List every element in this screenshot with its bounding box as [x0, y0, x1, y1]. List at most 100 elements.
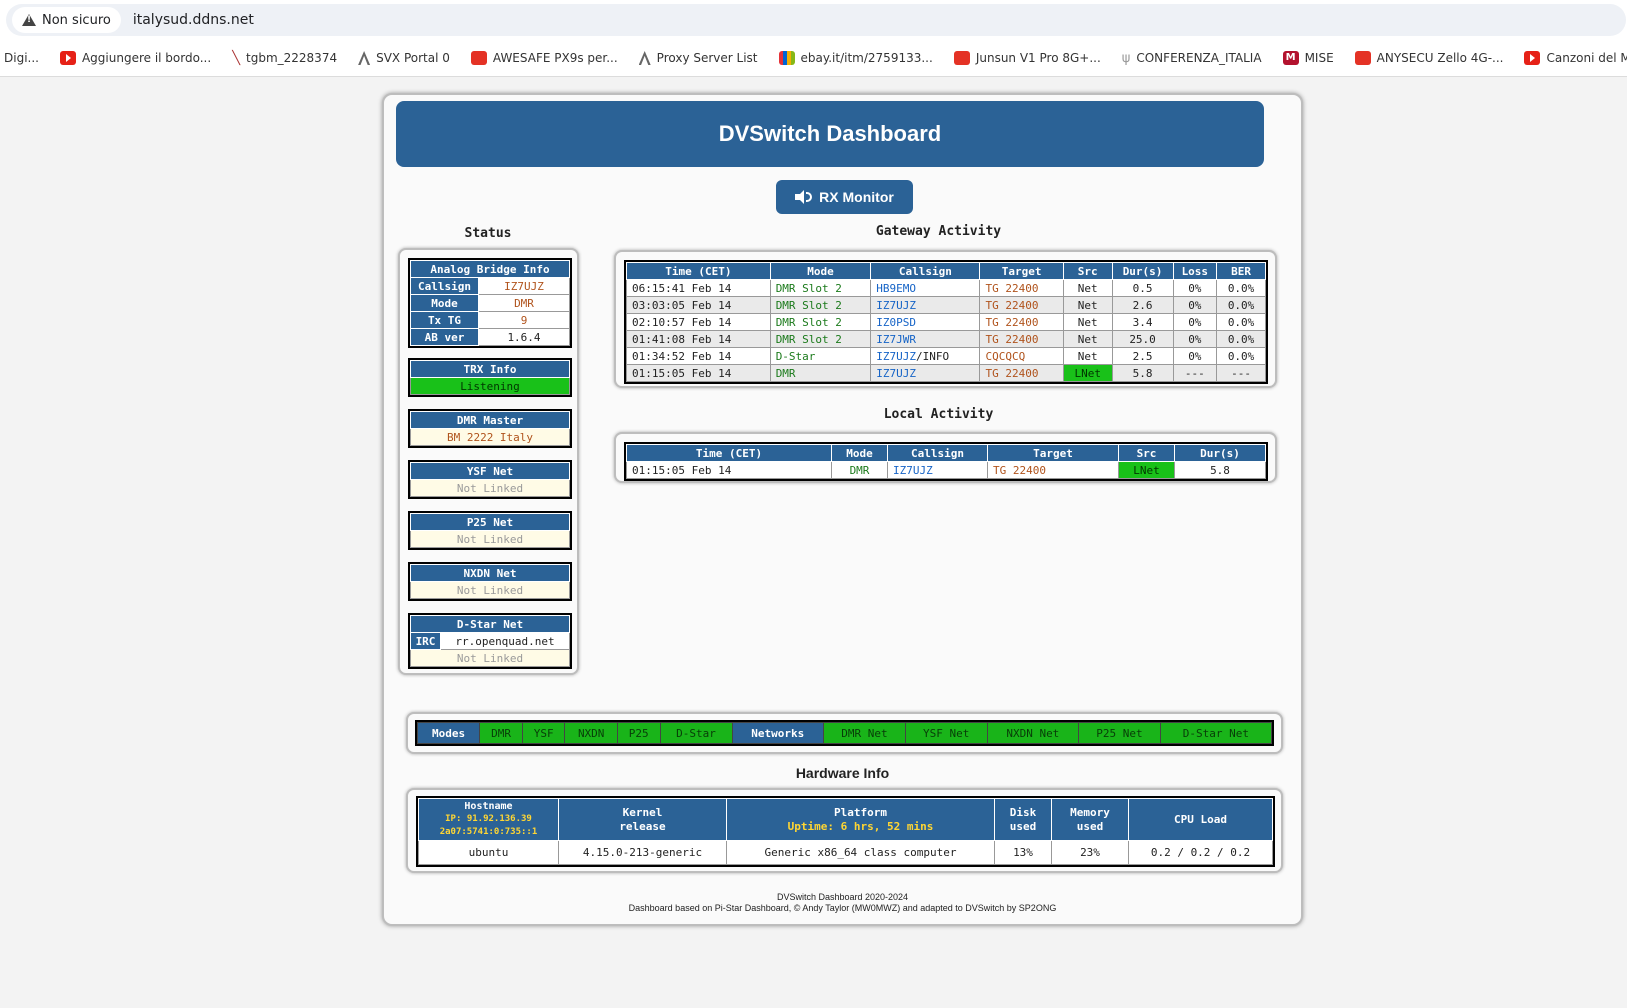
omnibox[interactable]: Non sicuro italysud.ddns.net [6, 4, 1626, 36]
network-dmr: DMR Net [823, 722, 906, 744]
callsign-label: Callsign [410, 277, 479, 295]
row-time: 06:15:41 Feb 14 [626, 279, 771, 297]
tx-tg-value: 9 [478, 311, 570, 329]
url-text[interactable]: italysud.ddns.net [133, 12, 254, 28]
ab-ver-value: 1.6.4 [478, 328, 570, 346]
row-loss: 0% [1172, 296, 1218, 314]
table-header-row: Hostname IP: 91.92.136.39 2a07:5741:0:73… [418, 798, 1273, 841]
status-panel: Analog Bridge Info Callsign IZ7UJZ Mode DM… [398, 248, 579, 675]
row-ber: 0.0% [1216, 313, 1266, 331]
col-callsign: Callsign [870, 262, 981, 280]
rx-monitor-button[interactable]: RX Monitor [776, 180, 913, 214]
network-nxdn: NXDN Net [986, 722, 1080, 744]
callsign-link[interactable]: IZ7UJZ [893, 464, 933, 477]
row-callsign[interactable]: IZ7UJZ [870, 296, 981, 314]
table-row: 01:15:05 Feb 14 DMR IZ7UJZ TG 22400 LNet… [626, 461, 1266, 479]
memory-value: 23% [1051, 840, 1129, 865]
bookmark-label: Aggiungere il bordo... [81, 51, 212, 65]
row-time: 01:34:52 Feb 14 [626, 347, 771, 365]
bookmark-item[interactable]: ψ CONFERENZA_ITALIA [1122, 51, 1262, 66]
col-time: Time (CET) [626, 262, 771, 280]
row-dur: 2.6 [1111, 296, 1174, 314]
callsign-link[interactable]: IZ7JWR [876, 333, 916, 346]
disk-header: Disk used [994, 798, 1052, 841]
security-chip[interactable]: Non sicuro [12, 7, 121, 33]
p25-net-header: P25 Net [410, 513, 570, 531]
row-callsign[interactable]: IZ7JWR [870, 330, 981, 348]
disk-value: 13% [994, 840, 1052, 865]
ip-v6: 2a07:5741:0:735::1 [439, 827, 538, 837]
callsign-link[interactable]: IZ7UJZ [876, 350, 916, 363]
ysf-net-value: Not Linked [410, 479, 570, 497]
callsign-link[interactable]: IZ7UJZ [876, 299, 916, 312]
aliexpress-icon [953, 51, 970, 65]
kernel-value: 4.15.0-213-generic [558, 840, 727, 865]
antenna-icon: ψ [1121, 50, 1131, 66]
bookmark-label: MISE [1304, 51, 1334, 65]
row-callsign[interactable]: IZ7UJZ [870, 364, 981, 382]
gateway-activity-title: Gateway Activity [875, 224, 1002, 239]
row-mode: DMR Slot 2 [769, 279, 872, 297]
table-row: 02:10:57 Feb 14 DMR Slot 2 IZ0PSD TG 224… [626, 313, 1266, 331]
local-activity-title: Local Activity [883, 407, 994, 422]
disk-header-line: used [1009, 819, 1037, 833]
trx-info-header: TRX Info [410, 360, 570, 378]
bookmark-item[interactable]: SVX Portal 0 [358, 51, 450, 65]
irc-label: IRC [410, 632, 441, 650]
bookmark-item[interactable]: Junsun V1 Pro 8G+... [953, 51, 1101, 65]
hardware-info-panel: Hostname IP: 91.92.136.39 2a07:5741:0:73… [406, 788, 1283, 873]
bookmark-item[interactable]: Aggiungere il bordo... [59, 51, 212, 65]
footer-line-2: Dashboard based on Pi-Star Dashboard, © … [628, 903, 1057, 913]
bookmark-item[interactable]: AWESAFE PX9s per... [470, 51, 618, 65]
bookmark-item[interactable]: ebay.it/itm/2759133... [778, 51, 933, 65]
bookmark-item[interactable]: Digi... [4, 51, 39, 65]
platform-value: Generic x86_64 class computer [726, 840, 995, 865]
bookmark-label: Digi... [4, 51, 39, 65]
table-row: 03:03:05 Feb 14 DMR Slot 2 IZ7UJZ TG 224… [626, 296, 1266, 314]
row-dur: 5.8 [1174, 461, 1266, 479]
row-callsign[interactable]: IZ7UJZ/INFO [870, 347, 981, 365]
row-target: TG 22400 [979, 313, 1064, 331]
ysf-net-header: YSF Net [410, 462, 570, 480]
dstar-net-value: Not Linked [410, 649, 570, 667]
row-src: Net [1062, 296, 1113, 314]
col-ber: BER [1216, 262, 1266, 280]
youtube-icon [59, 51, 76, 65]
bookmark-label: ebay.it/itm/2759133... [800, 51, 933, 65]
row-src: LNet [1118, 461, 1175, 479]
bookmark-item[interactable]: ╲ tgbm_2228374 [232, 51, 337, 66]
bookmark-label: Proxy Server List [656, 51, 758, 65]
local-activity-panel: Time (CET) Mode Callsign Target Src Dur(… [614, 432, 1277, 483]
bookmark-icon: ╲ [232, 50, 241, 66]
local-activity-table: Time (CET) Mode Callsign Target Src Dur(… [624, 442, 1268, 481]
hostname-header: Hostname IP: 91.92.136.39 2a07:5741:0:73… [418, 798, 559, 841]
bookmark-item[interactable]: M MISE [1282, 51, 1334, 65]
col-callsign: Callsign [887, 444, 988, 462]
callsign-link[interactable]: HB9EMO [876, 282, 916, 295]
tower-icon [638, 51, 651, 65]
row-mode: DMR Slot 2 [769, 296, 872, 314]
row-callsign[interactable]: HB9EMO [870, 279, 981, 297]
table-row: 01:15:05 Feb 14 DMR IZ7UJZ TG 22400 LNet… [626, 364, 1266, 382]
row-ber: --- [1216, 364, 1266, 382]
callsign-link[interactable]: IZ0PSD [876, 316, 916, 329]
footer-line-1: DVSwitch Dashboard 2020-2024 [776, 892, 909, 902]
nxdn-net-header: NXDN Net [410, 564, 570, 582]
callsign-link[interactable]: IZ7UJZ [876, 367, 916, 380]
security-label: Non sicuro [42, 12, 111, 28]
bookmark-label: Junsun V1 Pro 8G+... [975, 51, 1101, 65]
row-src: Net [1062, 330, 1113, 348]
row-mode: DMR [769, 364, 872, 382]
row-mode: DMR [831, 461, 888, 479]
warning-icon [22, 14, 36, 26]
table-row: 01:41:08 Feb 14 DMR Slot 2 IZ7JWR TG 224… [626, 330, 1266, 348]
col-loss: Loss [1172, 262, 1218, 280]
row-ber: 0.0% [1216, 330, 1266, 348]
bookmark-item[interactable]: Canzoni del Momen... [1524, 51, 1627, 65]
mode-dmr: DMR [479, 722, 523, 744]
row-callsign[interactable]: IZ0PSD [870, 313, 981, 331]
bookmark-item[interactable]: Proxy Server List [638, 51, 758, 65]
row-time: 03:03:05 Feb 14 [626, 296, 771, 314]
row-callsign[interactable]: IZ7UJZ [887, 461, 988, 479]
bookmark-item[interactable]: ANYSECU Zello 4G-... [1354, 51, 1503, 65]
